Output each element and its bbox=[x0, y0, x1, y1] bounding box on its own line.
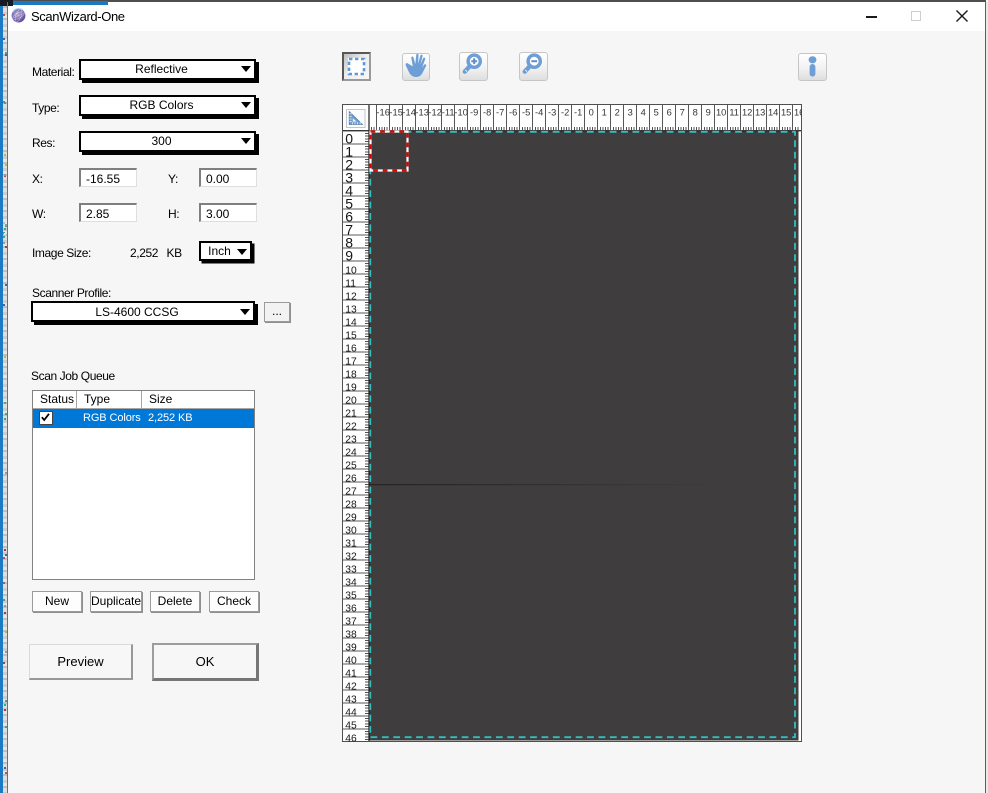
svg-text:9: 9 bbox=[706, 108, 711, 118]
svg-text:42: 42 bbox=[345, 681, 357, 692]
svg-text:16: 16 bbox=[345, 343, 357, 354]
svg-text:-7: -7 bbox=[496, 108, 504, 118]
svg-text:4: 4 bbox=[641, 108, 646, 118]
svg-text:-2: -2 bbox=[561, 108, 569, 118]
svg-text:41: 41 bbox=[345, 668, 357, 679]
svg-text:29: 29 bbox=[345, 512, 357, 523]
svg-text:36: 36 bbox=[345, 603, 357, 614]
svg-text:43: 43 bbox=[345, 694, 357, 705]
svg-text:12: 12 bbox=[345, 291, 357, 302]
svg-text:-6: -6 bbox=[509, 108, 517, 118]
svg-text:37: 37 bbox=[345, 616, 357, 627]
svg-text:-11: -11 bbox=[442, 108, 455, 118]
svg-text:44: 44 bbox=[345, 707, 357, 718]
svg-text:12: 12 bbox=[742, 108, 752, 118]
svg-text:9: 9 bbox=[345, 247, 353, 263]
svg-text:-12: -12 bbox=[428, 108, 441, 118]
svg-text:38: 38 bbox=[345, 629, 357, 640]
svg-text:8: 8 bbox=[693, 108, 698, 118]
svg-text:-14: -14 bbox=[402, 108, 415, 118]
svg-text:14: 14 bbox=[345, 317, 357, 328]
svg-text:-9: -9 bbox=[470, 108, 478, 118]
svg-text:16: 16 bbox=[794, 108, 802, 118]
svg-text:18: 18 bbox=[345, 369, 357, 380]
svg-text:2: 2 bbox=[615, 108, 620, 118]
svg-text:-1: -1 bbox=[574, 108, 582, 118]
svg-text:15: 15 bbox=[345, 330, 357, 341]
svg-text:1: 1 bbox=[602, 108, 607, 118]
svg-text:22: 22 bbox=[345, 421, 357, 432]
svg-text:46: 46 bbox=[345, 733, 357, 742]
svg-text:6: 6 bbox=[667, 108, 672, 118]
svg-text:-16: -16 bbox=[376, 108, 389, 118]
svg-text:35: 35 bbox=[345, 590, 357, 601]
svg-text:-4: -4 bbox=[535, 108, 543, 118]
svg-text:33: 33 bbox=[345, 564, 357, 575]
svg-text:23: 23 bbox=[345, 434, 357, 445]
svg-text:11: 11 bbox=[729, 108, 739, 118]
svg-text:10: 10 bbox=[345, 265, 357, 276]
svg-text:20: 20 bbox=[345, 395, 357, 406]
svg-text:-8: -8 bbox=[483, 108, 491, 118]
svg-text:45: 45 bbox=[345, 720, 357, 731]
svg-text:-13: -13 bbox=[415, 108, 428, 118]
svg-text:7: 7 bbox=[680, 108, 685, 118]
svg-text:21: 21 bbox=[345, 408, 357, 419]
svg-text:15: 15 bbox=[781, 108, 791, 118]
svg-text:10: 10 bbox=[716, 108, 726, 118]
svg-text:0: 0 bbox=[589, 108, 594, 118]
svg-text:34: 34 bbox=[345, 577, 357, 588]
svg-text:-15: -15 bbox=[389, 108, 402, 118]
svg-text:11: 11 bbox=[345, 278, 356, 289]
svg-text:39: 39 bbox=[345, 642, 357, 653]
svg-text:-5: -5 bbox=[522, 108, 530, 118]
svg-text:13: 13 bbox=[755, 108, 765, 118]
svg-text:17: 17 bbox=[345, 356, 357, 367]
svg-text:31: 31 bbox=[345, 538, 357, 549]
svg-text:26: 26 bbox=[345, 473, 357, 484]
svg-text:28: 28 bbox=[345, 499, 357, 510]
svg-text:30: 30 bbox=[345, 525, 357, 536]
svg-text:40: 40 bbox=[345, 655, 357, 666]
svg-text:-10: -10 bbox=[454, 108, 467, 118]
svg-text:5: 5 bbox=[654, 108, 659, 118]
svg-text:24: 24 bbox=[345, 447, 357, 458]
svg-text:3: 3 bbox=[628, 108, 633, 118]
svg-text:19: 19 bbox=[345, 382, 357, 393]
svg-text:13: 13 bbox=[345, 304, 357, 315]
svg-text:32: 32 bbox=[345, 551, 357, 562]
svg-text:25: 25 bbox=[345, 460, 357, 471]
svg-text:-3: -3 bbox=[548, 108, 556, 118]
svg-text:14: 14 bbox=[768, 108, 778, 118]
svg-text:27: 27 bbox=[345, 486, 357, 497]
